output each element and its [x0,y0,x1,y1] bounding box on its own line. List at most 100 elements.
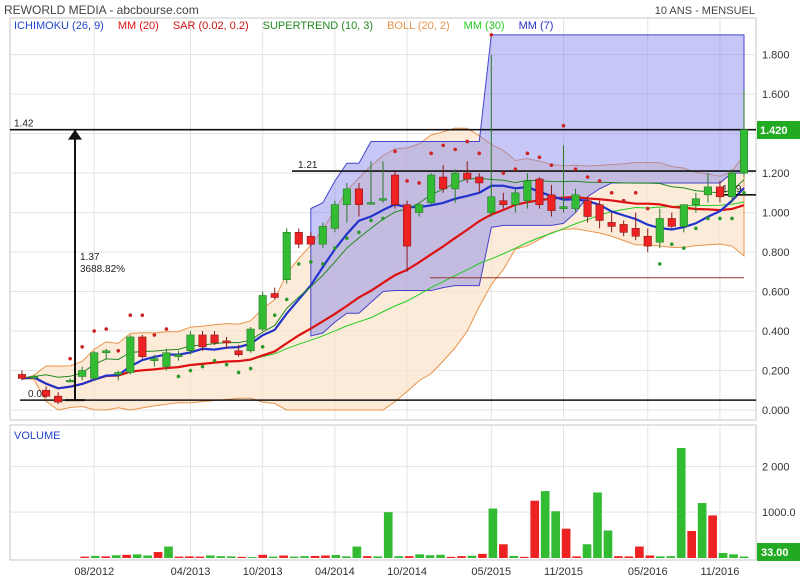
legend-item: SAR (0.02, 0.2) [173,20,249,32]
volume-bar [614,556,623,558]
sar-dot [730,216,734,221]
candle-body [174,354,183,357]
volume-bar [457,556,466,558]
volume-bar [394,556,404,558]
chart-title: REWORLD MEDIA - abcbourse.com [4,3,199,17]
last-price-tag: 1.420 [757,121,800,139]
legend-item: MM (30) [464,20,505,32]
price-tick-label: 1.200 [762,168,790,180]
sar-dot [321,262,325,266]
volume-bar [572,556,581,558]
candle-body [535,178,544,205]
indicator-legend: ICHIMOKU (26, 9) MM (20) SAR (0.02, 0.2) SU… [14,20,553,32]
candle-body [631,228,640,237]
candle-body [415,204,424,213]
volume-bar [697,503,707,558]
level-resistance-label: 1.21 [298,160,318,171]
sar-dot [357,230,361,235]
sar-dot [489,33,494,37]
volume-bar [352,546,362,558]
time-tick-label: 08/2012 [74,566,114,578]
candle-body [306,235,315,245]
candle-body [439,176,448,190]
candle-body [210,334,219,344]
candle-body [547,194,556,211]
candle-body [42,389,51,397]
volume-bar [666,556,676,558]
candle-body [643,235,652,247]
sar-dot [296,262,301,266]
candle-body [403,204,412,247]
candle-body [102,350,111,354]
candle-body [186,334,195,352]
sar-dot [694,226,698,231]
sar-dot [549,163,554,167]
candle-body [30,376,39,379]
volume-bar [499,544,508,558]
volume-bar [206,555,215,558]
chart-period: 10 ANS - MENSUEL [655,5,755,17]
time-axis: 08/2012 04/2013 10/2013 04/2014 10/2014 05/20… [74,566,739,578]
measure-abs-label: 1.37 [80,252,100,263]
time-tick-label: 04/2014 [315,566,355,578]
volume-bar [342,556,351,558]
sar-dot [645,206,650,211]
volume-bar [143,555,152,558]
candle-body [739,129,749,174]
candle-body [234,350,243,356]
sar-dot [224,362,229,367]
price-tick-label: 1.000 [762,208,790,220]
sar-dot [465,139,470,144]
volume-bar [268,556,278,558]
volume-bar [289,556,299,558]
sar-dot [92,329,96,333]
time-tick-label: 05/2016 [628,566,668,578]
candle-body [258,295,267,330]
sar-dot [429,151,433,156]
sar-dot [477,151,482,156]
sar-dot [176,374,181,379]
candle-body [318,226,327,245]
volume-bar [279,555,288,558]
candle-body [114,372,123,375]
volume-bar [373,556,383,558]
sar-dot [525,151,530,156]
sar-dot [309,260,313,264]
sar-dot [670,242,674,246]
sar-dot [718,216,722,221]
price-tick-label: 0.200 [762,366,790,378]
sar-dot [742,191,746,195]
sar-dot [333,246,337,250]
volume-bar [478,553,487,558]
candle-body [90,352,99,379]
volume-bar [362,556,372,558]
volume-bar [603,530,613,558]
volume-bar [551,511,560,558]
sar-dot [345,236,349,241]
volume-bar [174,556,184,558]
volume-panel [9,424,757,561]
sar-dot [164,327,169,331]
candle-body [511,192,520,205]
sar-dot [104,327,109,331]
sar-dot [706,216,710,221]
volume-bar [226,556,236,558]
candle-body [703,186,712,196]
candle-body [595,204,604,221]
sar-dot [633,191,638,195]
sar-dot [393,149,397,154]
candle-body [607,222,616,227]
volume-bar [300,556,309,558]
volume-bar [635,546,644,558]
volume-bar [111,555,121,558]
sar-dot [188,368,193,373]
price-tick-label: 0.000 [762,405,790,417]
candle-body [126,336,135,373]
candle-body [330,204,339,229]
volume-bar [310,555,320,558]
sar-dot [68,356,72,361]
candle-body [342,188,351,205]
candle-body [715,186,724,198]
time-tick-label: 10/2014 [387,566,427,578]
volume-bar [530,500,540,558]
